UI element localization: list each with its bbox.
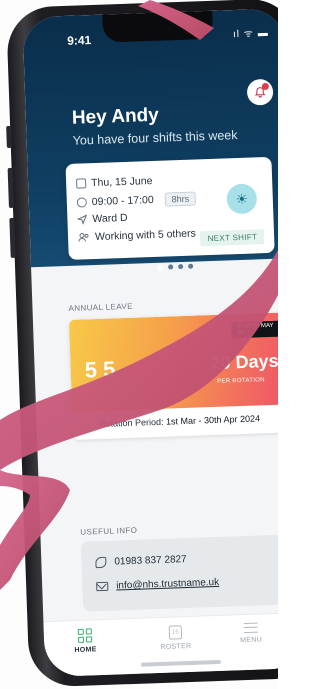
nav-menu-label: MENU (240, 636, 263, 645)
leave-remaining-caption: NG (85, 383, 96, 390)
leave-total-value: 20 Days (210, 350, 278, 374)
mail-icon (96, 581, 109, 592)
phone-icon (95, 556, 107, 569)
device-notch (102, 10, 214, 43)
rotation-period-value: 1st Mar - 30th Apr 2024 (165, 413, 261, 427)
leave-remaining-value: 5 5 (84, 356, 116, 383)
greeting-title: Hey Andy (71, 104, 160, 129)
useful-info-label: USEFUL INFO (80, 525, 138, 537)
mute-switch (6, 125, 12, 149)
shift-ward-row: Ward D (77, 212, 128, 226)
phone-frame: 9:41 ıl ᯤ ▬ Hey Andy You have four shift… (6, 0, 278, 688)
day-shift-sun-icon: ☀ (226, 183, 258, 215)
carousel-dot-active[interactable] (157, 264, 164, 271)
shift-time: 09:00 - 17:00 (91, 193, 154, 209)
annual-leave-card[interactable]: P: 30TH MAY 24 5 5 NG 20 Days PER ROTATI… (68, 312, 278, 440)
useful-info-card: 01983 837 2827 info@nhs.trustname.uk (80, 534, 278, 612)
bottom-navigation: HOME 15 ROSTER MENU (43, 611, 278, 678)
app-screen: 9:41 ıl ᯤ ▬ Hey Andy You have four shift… (22, 8, 278, 678)
marketing-canvas: 9:41 ıl ᯤ ▬ Hey Andy You have four shift… (0, 0, 278, 689)
hamburger-menu-icon (243, 622, 258, 634)
shift-date: Thu, 15 June (90, 174, 153, 190)
nav-home-label: HOME (74, 646, 97, 654)
notification-bell-button[interactable] (246, 78, 274, 106)
carousel-pagination[interactable] (157, 263, 194, 271)
calendar-icon (75, 178, 87, 189)
shift-time-row: 09:00 - 17:00 8hrs (76, 191, 197, 209)
clock-icon (76, 197, 88, 208)
dashboard-header: 9:41 ıl ᯤ ▬ Hey Andy You have four shift… (22, 8, 278, 271)
signal-wifi-battery-icons: ıl ᯤ ▬ (232, 27, 269, 41)
nav-roster-label: ROSTER (160, 642, 192, 651)
phone-number[interactable]: 01983 837 2827 (114, 554, 187, 568)
location-arrow-icon (77, 214, 88, 225)
shift-hours-badge: 8hrs (164, 191, 197, 207)
notification-dot (261, 82, 270, 91)
email-contact-row[interactable]: info@nhs.trustname.uk (96, 577, 219, 592)
email-link[interactable]: info@nhs.trustname.uk (116, 577, 219, 592)
rotation-period-label: Rotation Period: (98, 416, 164, 430)
next-shift-card[interactable]: Thu, 15 June 09:00 - 17:00 8hrs Ward D W… (65, 156, 275, 260)
rotation-period: Rotation Period: 1st Mar - 30th Apr 2024 (72, 412, 278, 429)
status-time: 9:41 (66, 33, 92, 48)
next-shift-tag: NEXT SHIFT (200, 229, 265, 247)
phone-contact-row[interactable]: 01983 837 2827 (95, 554, 187, 569)
shift-date-row: Thu, 15 June (75, 174, 153, 190)
nav-home[interactable]: HOME (74, 628, 97, 654)
volume-down-button (9, 217, 16, 258)
home-grid-icon (77, 628, 93, 643)
nav-menu[interactable]: MENU (240, 622, 263, 645)
shift-ward: Ward D (92, 211, 128, 226)
home-indicator (140, 659, 222, 667)
shift-team: Working with 5 others (94, 227, 196, 244)
greeting-subtitle: You have four shifts this week (72, 128, 238, 148)
calendar-icon: 15 (168, 625, 183, 640)
annual-leave-date-badge: P: 30TH MAY 24 (231, 320, 278, 339)
shift-team-row: Working with 5 others (78, 228, 196, 244)
nav-roster[interactable]: 15 ROSTER (160, 625, 192, 651)
carousel-dot[interactable] (168, 264, 174, 270)
carousel-dot[interactable] (188, 263, 194, 269)
people-icon (78, 232, 89, 242)
volume-up-button (7, 167, 14, 209)
annual-leave-label: ANNUAL LEAVE (68, 301, 134, 313)
carousel-dot[interactable] (178, 263, 184, 270)
